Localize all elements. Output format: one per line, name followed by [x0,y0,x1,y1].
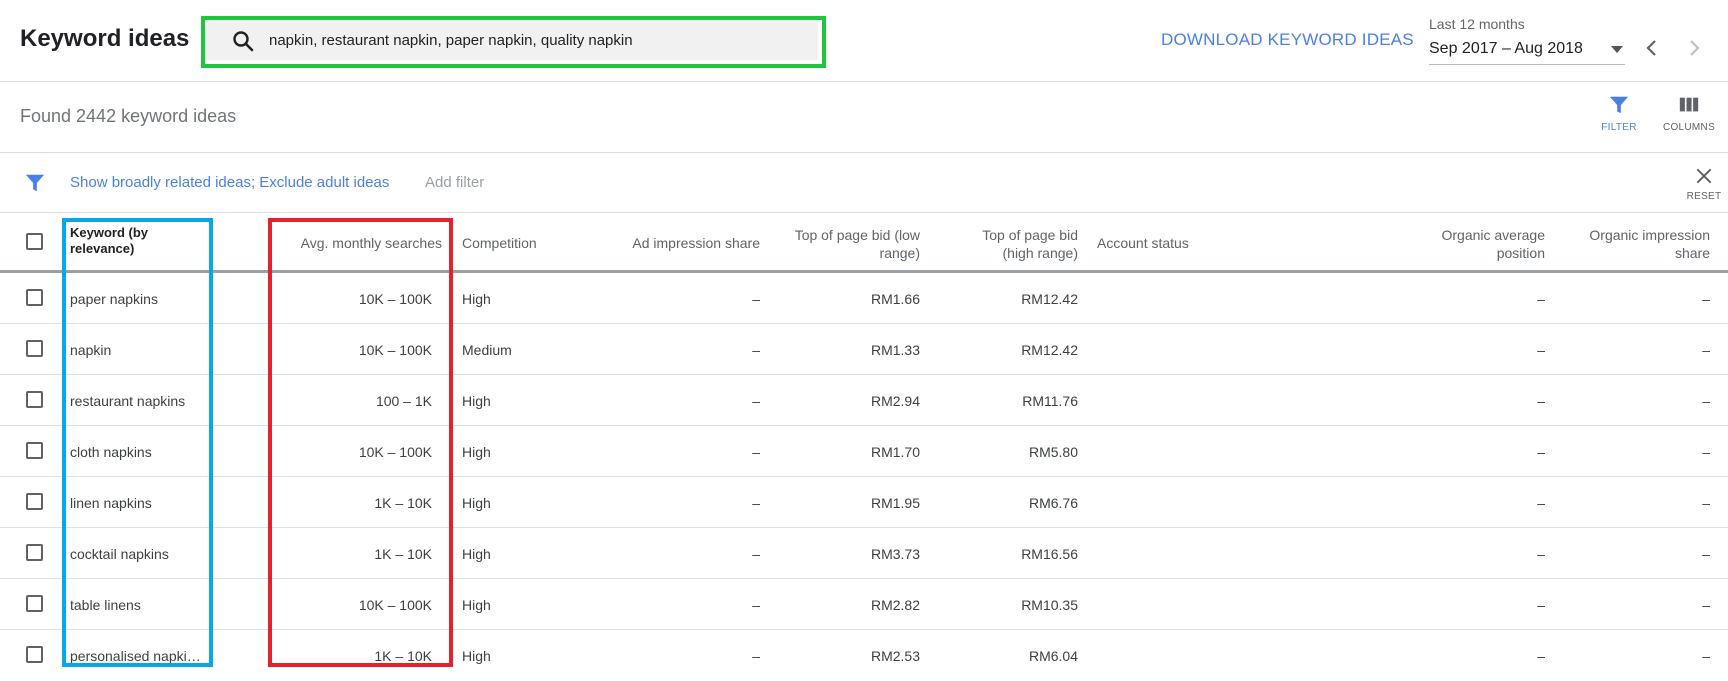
cell-top-bid-high: RM12.42 [1021,342,1078,358]
cell-organic-impression-share: – [1702,342,1710,358]
row-checkbox[interactable] [26,391,43,408]
cell-ad-impression-share: – [752,648,760,664]
column-header-top-bid-high[interactable]: Top of page bid (high range) [960,226,1078,262]
summary-divider [0,152,1728,153]
cell-organic-impression-share: – [1702,393,1710,409]
cell-ad-impression-share: – [752,444,760,460]
columns-button-label: COLUMNS [1662,122,1716,133]
cell-top-bid-low: RM2.82 [870,597,920,613]
column-header-top-bid-low[interactable]: Top of page bid (low range) [770,226,920,262]
cell-competition: High [462,393,491,409]
table-row[interactable]: paper napkins 10K – 100K High – RM1.66 RM12.4… [0,273,1728,324]
filter-button[interactable]: FILTER [1591,94,1647,133]
cell-top-bid-low: RM1.95 [870,495,920,511]
cell-competition: Medium [462,342,512,358]
chevron-right-icon[interactable] [1682,36,1706,60]
date-range-select[interactable]: Sep 2017 – Aug 2018 [1429,38,1625,65]
cell-top-bid-low: RM1.33 [870,342,920,358]
columns-icon [1679,97,1699,112]
chevron-left-icon[interactable] [1640,36,1664,60]
reset-button[interactable]: RESET [1684,166,1724,202]
cell-top-bid-high: RM6.04 [1028,648,1078,664]
cell-competition: High [462,495,491,511]
cell-top-bid-high: RM12.42 [1021,291,1078,307]
cell-top-bid-low: RM3.73 [870,546,920,562]
filter-divider [0,212,1728,213]
table-row[interactable]: table linens 10K – 100K High – RM2.82 RM10.35… [0,579,1728,630]
cell-ad-impression-share: – [752,393,760,409]
column-header-competition[interactable]: Competition [462,234,572,252]
searches-column-highlight-box [268,218,453,667]
search-highlight-box [201,16,826,68]
cell-organic-average-position: – [1537,597,1545,613]
row-checkbox[interactable] [26,544,43,561]
close-icon [1696,168,1712,184]
add-filter-link[interactable]: Add filter [425,174,484,191]
cell-organic-impression-share: – [1702,495,1710,511]
cell-ad-impression-share: – [752,495,760,511]
table-row[interactable]: cocktail napkins 1K – 10K High – RM3.73 RM16.… [0,528,1728,579]
cell-organic-average-position: – [1537,291,1545,307]
cell-organic-average-position: – [1537,342,1545,358]
cell-organic-impression-share: – [1702,597,1710,613]
table-row[interactable]: personalised napki… 1K – 10K High – RM2.53 RM… [0,630,1728,681]
row-checkbox[interactable] [26,646,43,663]
select-all-checkbox[interactable] [26,233,43,250]
cell-competition: High [462,597,491,613]
cell-organic-impression-share: – [1702,291,1710,307]
table-row[interactable]: linen napkins 1K – 10K High – RM1.95 RM6.76– – [0,477,1728,528]
filter-button-label: FILTER [1601,122,1637,133]
cell-organic-average-position: – [1537,495,1545,511]
cell-top-bid-high: RM10.35 [1021,597,1078,613]
column-header-account-status[interactable]: Account status [1097,234,1257,252]
page-title: Keyword ideas [20,25,190,52]
cell-top-bid-low: RM1.70 [870,444,920,460]
row-checkbox[interactable] [26,595,43,612]
row-checkbox[interactable] [26,442,43,459]
date-range-value: Sep 2017 – Aug 2018 [1429,40,1583,57]
filter-icon [1609,96,1629,114]
table-row[interactable]: restaurant napkins 100 – 1K High – RM2.94 RM1… [0,375,1728,426]
cell-organic-average-position: – [1537,546,1545,562]
cell-top-bid-low: RM2.53 [870,648,920,664]
cell-organic-impression-share: – [1702,648,1710,664]
cell-ad-impression-share: – [752,597,760,613]
row-checkbox[interactable] [26,493,43,510]
header-divider [0,81,1728,82]
keyword-column-highlight-box [62,218,213,667]
column-header-organic-impression-share[interactable]: Organic impression share [1560,226,1710,262]
columns-button[interactable]: COLUMNS [1661,94,1717,133]
cell-organic-impression-share: – [1702,546,1710,562]
cell-organic-average-position: – [1537,444,1545,460]
cell-organic-impression-share: – [1702,444,1710,460]
column-header-ad-impression-share[interactable]: Ad impression share [590,234,760,252]
table-row[interactable]: napkin 10K – 100K Medium – RM1.33 RM12.42– – [0,324,1728,375]
cell-top-bid-high: RM16.56 [1021,546,1078,562]
cell-competition: High [462,291,491,307]
cell-top-bid-high: RM11.76 [1022,393,1078,409]
row-checkbox[interactable] [26,340,43,357]
found-count-text: Found 2442 keyword ideas [20,106,237,126]
cell-top-bid-low: RM2.94 [870,393,920,409]
chevron-down-icon [1611,46,1623,53]
cell-organic-average-position: – [1537,393,1545,409]
cell-competition: High [462,444,491,460]
cell-ad-impression-share: – [752,546,760,562]
column-header-organic-average-position[interactable]: Organic average position [1400,226,1545,262]
date-range-label: Last 12 months [1429,16,1525,32]
cell-organic-average-position: – [1537,648,1545,664]
cell-top-bid-low: RM1.66 [870,291,920,307]
filter-icon [25,174,45,192]
row-checkbox[interactable] [26,289,43,306]
cell-competition: High [462,648,491,664]
download-keyword-ideas-link[interactable]: DOWNLOAD KEYWORD IDEAS [1161,30,1414,50]
cell-top-bid-high: RM6.76 [1028,495,1078,511]
cell-ad-impression-share: – [752,291,760,307]
active-filter-link[interactable]: Show broadly related ideas; Exclude adul… [70,174,389,191]
cell-competition: High [462,546,491,562]
cell-top-bid-high: RM5.80 [1028,444,1078,460]
reset-button-label: RESET [1686,191,1722,202]
cell-ad-impression-share: – [752,342,760,358]
table-row[interactable]: cloth napkins 10K – 100K High – RM1.70 RM5.80… [0,426,1728,477]
